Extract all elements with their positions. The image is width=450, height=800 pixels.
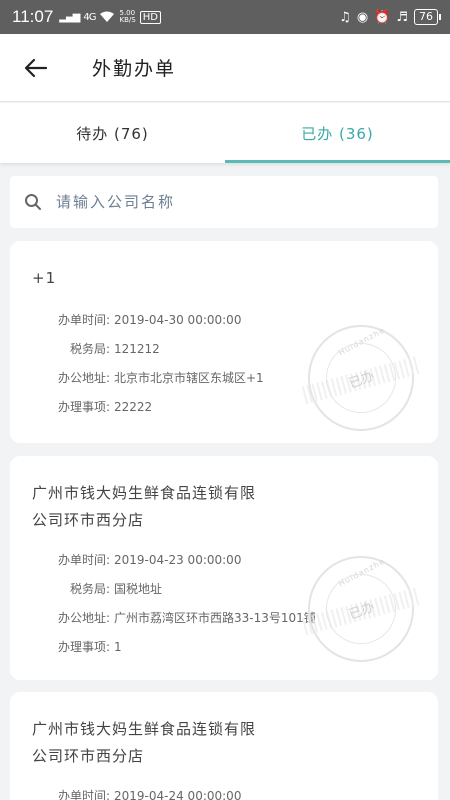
vibrate-icon: ♫	[339, 9, 351, 25]
field-value: 1	[114, 640, 122, 654]
company-name: +1	[32, 269, 57, 287]
page-title: 外勤办单	[92, 58, 177, 80]
signal-icon: ▂▄▆	[59, 11, 80, 23]
search-bar	[10, 176, 438, 228]
wifi-icon	[99, 8, 115, 27]
status-time: 11:07	[12, 7, 54, 26]
field-label: 办单时间:	[57, 553, 110, 567]
field-value: 121212	[114, 342, 160, 356]
field-value: 2019-04-23 00:00:00	[114, 553, 242, 567]
field-label: 办单时间:	[57, 313, 110, 327]
list-item[interactable]: 广州市钱大妈生鲜食品连锁有限公司环市西分店 办单时间: 2019-04-23 0…	[10, 456, 438, 680]
search-icon	[25, 194, 41, 210]
back-button[interactable]	[14, 46, 58, 90]
location-icon: ◉	[356, 9, 369, 25]
tab-bar: 待办 (76) 已办 (36)	[0, 103, 450, 163]
done-stamp-icon: Huidanzhe 已办	[301, 556, 423, 662]
tab-done[interactable]: 已办 (36)	[225, 103, 450, 163]
field-value: 2019-04-30 00:00:00	[114, 313, 242, 327]
field-value: 22222	[114, 400, 153, 414]
network-type: 4G	[83, 11, 96, 23]
search-input[interactable]	[56, 193, 396, 211]
field-label: 税务局:	[69, 342, 110, 356]
field-label: 税务局:	[69, 582, 110, 596]
hd-icon: HD	[139, 10, 161, 24]
field-label: 办理事项:	[57, 640, 110, 654]
headset-icon: ♬	[396, 9, 408, 25]
app-header: 外勤办单	[0, 34, 450, 102]
field-value: 北京市北京市辖区东城区+1	[114, 371, 264, 385]
stamp-text: 已办	[346, 368, 377, 392]
field-label: 办公地址:	[57, 371, 110, 385]
done-stamp-icon: Huidanzhe 已办	[301, 325, 423, 431]
field-value: 国税地址	[114, 582, 163, 596]
arrow-left-icon	[24, 58, 48, 77]
stamp-inner: 已办	[316, 564, 406, 654]
field-label: 办公地址:	[57, 611, 110, 625]
list-item[interactable]: 广州市钱大妈生鲜食品连锁有限公司环市西分店 办单时间: 2019-04-24 0…	[10, 692, 438, 800]
company-name: 广州市钱大妈生鲜食品连锁有限公司环市西分店	[32, 720, 257, 765]
field-time: 办单时间: 2019-04-24 00:00:00	[10, 782, 438, 800]
stamp-inner: 已办	[316, 333, 406, 423]
network-speed: 5.00 KB/S	[119, 9, 136, 24]
company-name: 广州市钱大妈生鲜食品连锁有限公司环市西分店	[32, 484, 257, 529]
status-icons: ♫ ◉ ⏰ ♬ 76	[339, 9, 441, 25]
battery-icon: 76	[414, 9, 441, 25]
status-bar: 11:07 ▂▄▆ 4G 5.00 KB/S HD ♫ ◉ ⏰ ♬ 76	[0, 0, 450, 34]
alarm-icon: ⏰	[374, 9, 391, 25]
stamp-text: 已办	[346, 599, 377, 623]
field-label: 办单时间:	[57, 789, 110, 800]
field-value: 广州市荔湾区环市西路33-13号101铺	[114, 611, 316, 625]
tab-pending[interactable]: 待办 (76)	[0, 103, 225, 163]
field-label: 办理事项:	[57, 400, 110, 414]
field-value: 2019-04-24 00:00:00	[114, 789, 242, 800]
list-item[interactable]: +1 办单时间: 2019-04-30 00:00:00 税务局: 121212…	[10, 241, 438, 443]
